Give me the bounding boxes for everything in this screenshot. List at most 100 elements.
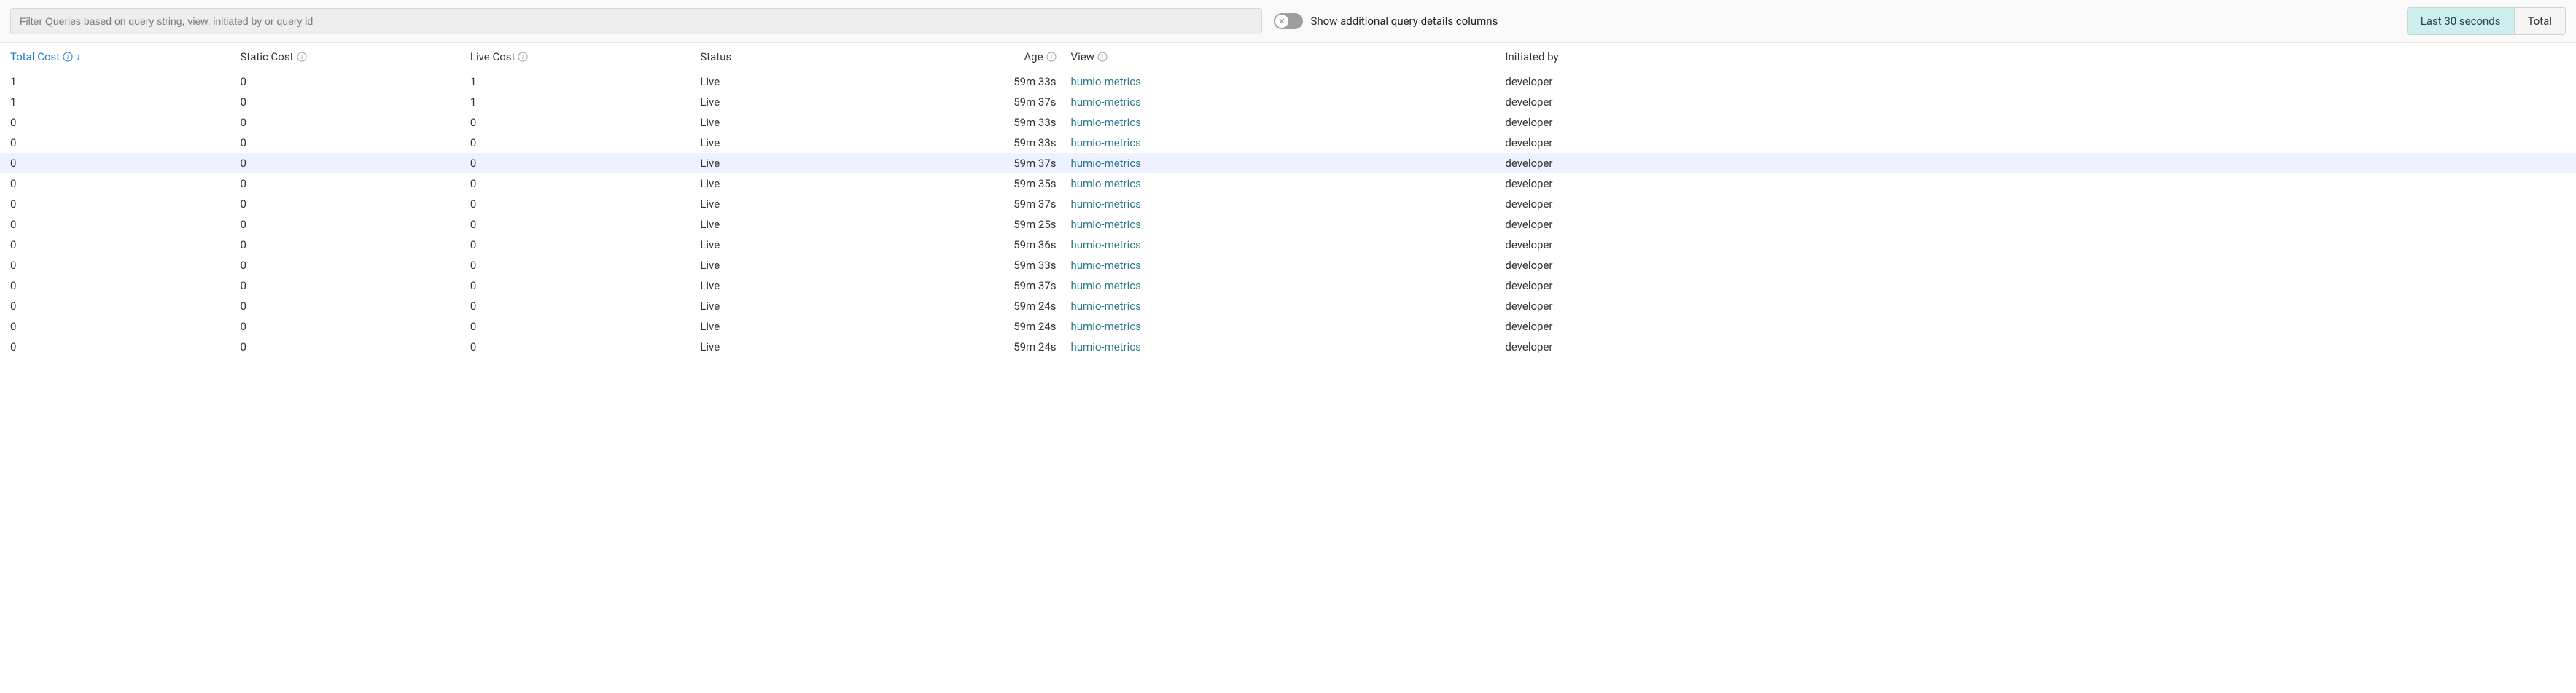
cell-age: 59m 36s bbox=[879, 238, 1071, 251]
info-icon[interactable]: i bbox=[297, 52, 307, 62]
cell-live-cost: 0 bbox=[470, 136, 700, 149]
cell-initiated-by: developer bbox=[1505, 218, 2566, 231]
info-icon[interactable]: i bbox=[1097, 52, 1108, 62]
last-30-seconds-button[interactable]: Last 30 seconds bbox=[2408, 8, 2514, 34]
cell-age: 59m 33s bbox=[879, 259, 1071, 272]
table-row[interactable]: 0 0 0 Live 59m 25s humio-metrics develop… bbox=[0, 214, 2576, 235]
table-row[interactable]: 0 0 0 Live 59m 37s humio-metrics develop… bbox=[0, 153, 2576, 173]
cell-static-cost: 0 bbox=[240, 95, 470, 109]
header-label: Age bbox=[1024, 50, 1043, 63]
header-total-cost[interactable]: Total Cost i ↓ bbox=[10, 50, 240, 63]
table-row[interactable]: 0 0 0 Live 59m 33s humio-metrics develop… bbox=[0, 112, 2576, 133]
header-static-cost[interactable]: Static Cost i bbox=[240, 50, 470, 63]
table-row[interactable]: 0 0 0 Live 59m 24s humio-metrics develop… bbox=[0, 337, 2576, 357]
cell-static-cost: 0 bbox=[240, 259, 470, 272]
table-row[interactable]: 1 0 1 Live 59m 37s humio-metrics develop… bbox=[0, 92, 2576, 112]
cell-status: Live bbox=[700, 259, 879, 272]
table-row[interactable]: 0 0 0 Live 59m 35s humio-metrics develop… bbox=[0, 173, 2576, 194]
cell-age: 59m 24s bbox=[879, 299, 1071, 313]
cell-age: 59m 37s bbox=[879, 95, 1071, 109]
view-link[interactable]: humio-metrics bbox=[1071, 259, 1141, 272]
cell-status: Live bbox=[700, 340, 879, 353]
view-link[interactable]: humio-metrics bbox=[1071, 320, 1141, 333]
view-link[interactable]: humio-metrics bbox=[1071, 279, 1141, 292]
table-row[interactable]: 0 0 0 Live 59m 37s humio-metrics develop… bbox=[0, 275, 2576, 296]
cell-view: humio-metrics bbox=[1071, 340, 1506, 353]
cell-total-cost: 0 bbox=[10, 116, 240, 129]
details-toggle[interactable] bbox=[1274, 13, 1303, 29]
cell-age: 59m 35s bbox=[879, 177, 1071, 190]
cell-total-cost: 0 bbox=[10, 136, 240, 149]
cell-initiated-by: developer bbox=[1505, 279, 2566, 292]
header-label: Status bbox=[700, 50, 731, 63]
view-link[interactable]: humio-metrics bbox=[1071, 299, 1141, 313]
info-icon[interactable]: i bbox=[1046, 52, 1057, 62]
toggle-container: Show additional query details columns bbox=[1274, 13, 2394, 29]
cell-status: Live bbox=[700, 177, 879, 190]
cell-live-cost: 0 bbox=[470, 116, 700, 129]
cell-initiated-by: developer bbox=[1505, 320, 2566, 333]
header-status[interactable]: Status bbox=[700, 50, 879, 63]
cell-view: humio-metrics bbox=[1071, 75, 1506, 88]
header-live-cost[interactable]: Live Cost i bbox=[470, 50, 700, 63]
info-icon[interactable]: i bbox=[63, 52, 73, 62]
cell-static-cost: 0 bbox=[240, 238, 470, 251]
header-view[interactable]: View i bbox=[1071, 50, 1506, 63]
table-row[interactable]: 0 0 0 Live 59m 24s humio-metrics develop… bbox=[0, 296, 2576, 316]
cell-live-cost: 0 bbox=[470, 238, 700, 251]
table-row[interactable]: 0 0 0 Live 59m 24s humio-metrics develop… bbox=[0, 316, 2576, 337]
cell-age: 59m 33s bbox=[879, 116, 1071, 129]
time-range-segmented: Last 30 seconds Total bbox=[2407, 7, 2566, 35]
cell-status: Live bbox=[700, 238, 879, 251]
cell-age: 59m 37s bbox=[879, 279, 1071, 292]
header-label: Live Cost bbox=[470, 50, 515, 63]
view-link[interactable]: humio-metrics bbox=[1071, 218, 1141, 231]
info-icon[interactable]: i bbox=[518, 52, 528, 62]
svg-text:i: i bbox=[300, 53, 303, 60]
close-icon bbox=[1278, 17, 1285, 25]
header-age[interactable]: Age i bbox=[879, 50, 1071, 63]
cell-total-cost: 0 bbox=[10, 218, 240, 231]
total-button[interactable]: Total bbox=[2514, 8, 2566, 34]
cell-view: humio-metrics bbox=[1071, 177, 1506, 190]
cell-live-cost: 0 bbox=[470, 279, 700, 292]
cell-live-cost: 0 bbox=[470, 259, 700, 272]
query-table: Total Cost i ↓ Static Cost i Live Cost i… bbox=[0, 43, 2576, 357]
cell-view: humio-metrics bbox=[1071, 116, 1506, 129]
table-row[interactable]: 0 0 0 Live 59m 33s humio-metrics develop… bbox=[0, 255, 2576, 275]
filter-input[interactable] bbox=[10, 8, 1262, 34]
cell-age: 59m 24s bbox=[879, 340, 1071, 353]
cell-initiated-by: developer bbox=[1505, 197, 2566, 211]
view-link[interactable]: humio-metrics bbox=[1071, 116, 1141, 129]
cell-status: Live bbox=[700, 299, 879, 313]
cell-initiated-by: developer bbox=[1505, 157, 2566, 170]
view-link[interactable]: humio-metrics bbox=[1071, 75, 1141, 88]
cell-status: Live bbox=[700, 279, 879, 292]
cell-initiated-by: developer bbox=[1505, 95, 2566, 109]
view-link[interactable]: humio-metrics bbox=[1071, 197, 1141, 211]
header-label: View bbox=[1071, 50, 1094, 63]
cell-live-cost: 0 bbox=[470, 177, 700, 190]
table-row[interactable]: 0 0 0 Live 59m 33s humio-metrics develop… bbox=[0, 133, 2576, 153]
cell-status: Live bbox=[700, 75, 879, 88]
view-link[interactable]: humio-metrics bbox=[1071, 340, 1141, 353]
cell-status: Live bbox=[700, 157, 879, 170]
table-row[interactable]: 1 0 1 Live 59m 33s humio-metrics develop… bbox=[0, 71, 2576, 92]
cell-live-cost: 0 bbox=[470, 218, 700, 231]
sort-down-icon: ↓ bbox=[76, 51, 81, 63]
view-link[interactable]: humio-metrics bbox=[1071, 136, 1141, 149]
view-link[interactable]: humio-metrics bbox=[1071, 157, 1141, 170]
table-row[interactable]: 0 0 0 Live 59m 36s humio-metrics develop… bbox=[0, 235, 2576, 255]
cell-status: Live bbox=[700, 218, 879, 231]
header-initiated-by[interactable]: Initiated by bbox=[1505, 50, 2566, 63]
cell-view: humio-metrics bbox=[1071, 95, 1506, 109]
cell-view: humio-metrics bbox=[1071, 320, 1506, 333]
view-link[interactable]: humio-metrics bbox=[1071, 95, 1141, 109]
view-link[interactable]: humio-metrics bbox=[1071, 177, 1141, 190]
cell-initiated-by: developer bbox=[1505, 136, 2566, 149]
view-link[interactable]: humio-metrics bbox=[1071, 238, 1141, 251]
svg-text:i: i bbox=[67, 53, 69, 60]
cell-static-cost: 0 bbox=[240, 218, 470, 231]
table-row[interactable]: 0 0 0 Live 59m 37s humio-metrics develop… bbox=[0, 194, 2576, 214]
cell-live-cost: 0 bbox=[470, 197, 700, 211]
